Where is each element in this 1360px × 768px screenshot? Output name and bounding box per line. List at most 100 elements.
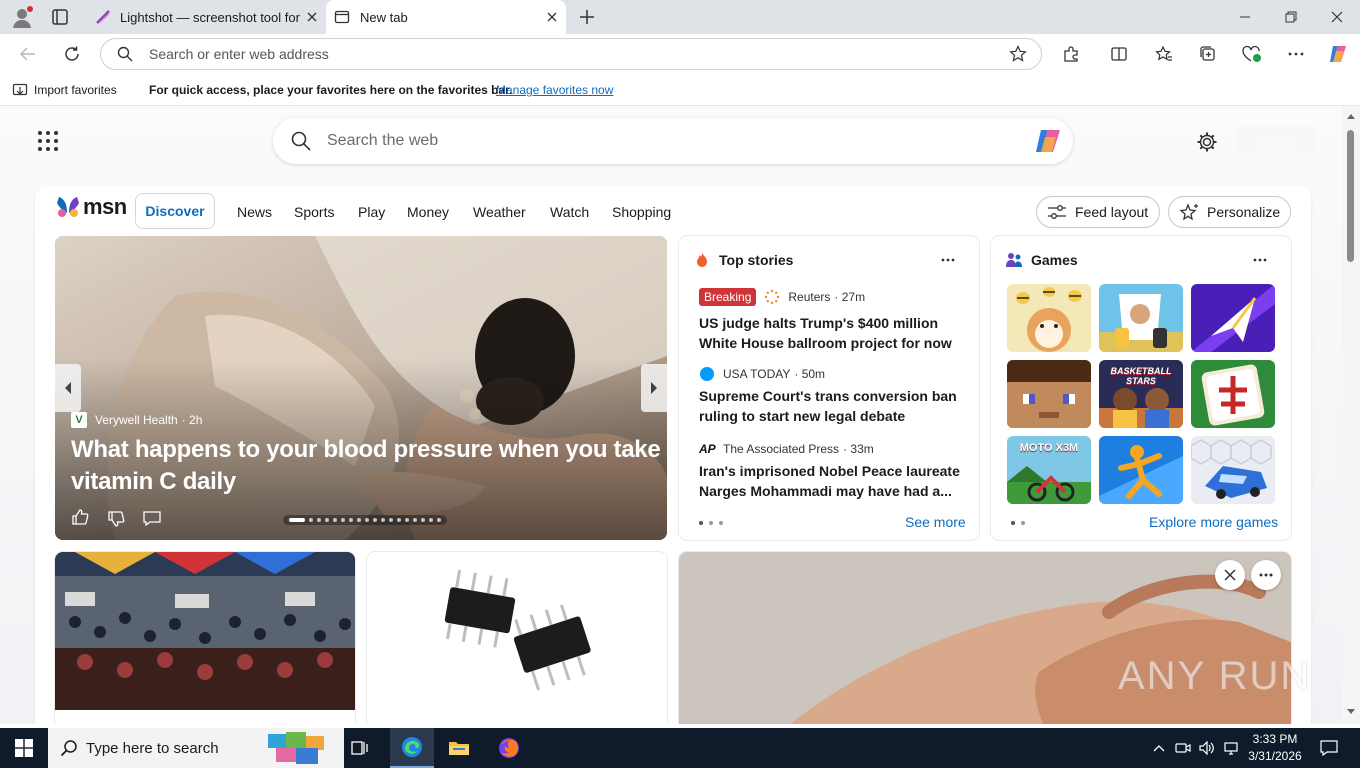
taskbar-search-input[interactable] [86, 739, 286, 757]
tab-new-tab[interactable]: New tab [326, 0, 566, 34]
favorite-star-icon[interactable] [1009, 45, 1027, 63]
start-button[interactable] [0, 728, 48, 768]
more-options-icon[interactable] [1253, 258, 1267, 262]
volume-icon[interactable] [1196, 728, 1218, 768]
meet-now-icon[interactable] [1172, 728, 1194, 768]
extensions-icon[interactable] [1057, 40, 1085, 68]
address-input[interactable] [149, 39, 969, 69]
game-tile[interactable] [1099, 284, 1183, 352]
story-headline[interactable]: Iran's imprisoned Nobel Peace laureate N… [699, 461, 961, 501]
edge-taskbar-button[interactable] [390, 728, 434, 768]
story-headline[interactable]: Supreme Court's trans conversion ban rul… [699, 386, 961, 426]
see-more-link[interactable]: See more [905, 514, 966, 530]
carousel-dot[interactable] [429, 518, 433, 522]
page-dots[interactable] [1011, 521, 1025, 525]
more-options-icon[interactable] [941, 258, 955, 262]
like-icon[interactable] [71, 508, 89, 526]
more-menu-icon[interactable] [1282, 40, 1310, 68]
tab-shopping[interactable]: Shopping [612, 202, 671, 222]
network-icon[interactable] [1220, 728, 1242, 768]
game-tile[interactable] [1191, 360, 1275, 428]
carousel-dot[interactable] [349, 518, 353, 522]
copilot-icon[interactable] [1324, 40, 1352, 68]
news-card[interactable] [367, 552, 667, 724]
tab-watch[interactable]: Watch [550, 202, 589, 222]
tab-discover[interactable]: Discover [135, 193, 215, 229]
scroll-down-icon[interactable] [1346, 708, 1356, 716]
profile-icon[interactable] [10, 5, 34, 29]
show-hidden-icons-icon[interactable] [1148, 728, 1170, 768]
refresh-icon[interactable] [58, 40, 86, 68]
carousel-dot[interactable] [405, 518, 409, 522]
minimize-icon[interactable] [1222, 0, 1268, 34]
carousel-dot[interactable] [381, 518, 385, 522]
game-tile[interactable] [1007, 284, 1091, 352]
tab-play[interactable]: Play [358, 202, 385, 222]
scroll-thumb[interactable] [1347, 130, 1354, 262]
tab-weather[interactable]: Weather [473, 202, 526, 222]
import-favorites-button[interactable]: Import favorites [34, 83, 117, 97]
scroll-up-icon[interactable] [1346, 112, 1356, 120]
hero-headline[interactable]: What happens to your blood pressure when… [71, 434, 661, 498]
ad-card[interactable] [679, 552, 1291, 724]
apps-launcher-icon[interactable] [37, 130, 59, 152]
address-bar[interactable] [100, 38, 1042, 70]
game-tile[interactable] [1099, 436, 1183, 504]
game-tile[interactable] [1191, 284, 1275, 352]
card-more-options-button[interactable] [1251, 560, 1281, 590]
hero-carousel[interactable]: V Verywell Health · 2h What happens to y… [55, 236, 667, 540]
carousel-dot[interactable] [317, 518, 321, 522]
firefox-taskbar-button[interactable] [487, 728, 531, 768]
file-explorer-taskbar-button[interactable] [437, 728, 481, 768]
tab-lightshot[interactable]: Lightshot — screenshot tool for Mac & Wi… [86, 0, 326, 34]
carousel-dot[interactable] [341, 518, 345, 522]
story-headline[interactable]: US judge halts Trump's $400 million Whit… [699, 313, 961, 353]
sign-in-button[interactable]: Sign in [1236, 126, 1316, 158]
msn-logo[interactable]: msn [55, 194, 127, 220]
game-tile[interactable]: MOTO X3M [1007, 436, 1091, 504]
feed-layout-button[interactable]: Feed layout [1036, 196, 1160, 228]
copilot-icon[interactable] [1033, 127, 1063, 155]
news-card[interactable] [55, 552, 355, 724]
carousel-dot[interactable] [333, 518, 337, 522]
browser-essentials-icon[interactable] [1238, 40, 1266, 68]
personalize-button[interactable]: Personalize [1168, 196, 1291, 228]
close-tab-icon[interactable] [546, 11, 558, 23]
carousel-dot[interactable] [373, 518, 377, 522]
game-tile[interactable] [1191, 436, 1275, 504]
page-dots[interactable] [699, 521, 723, 525]
carousel-dot-active[interactable] [289, 518, 305, 522]
carousel-indicator[interactable] [283, 515, 447, 525]
carousel-dot[interactable] [357, 518, 361, 522]
split-screen-icon[interactable] [1105, 40, 1133, 68]
carousel-dot[interactable] [325, 518, 329, 522]
dismiss-button[interactable] [1215, 560, 1245, 590]
carousel-dot[interactable] [389, 518, 393, 522]
web-search-box[interactable] [273, 118, 1073, 164]
hero-source[interactable]: V Verywell Health · 2h [71, 412, 202, 428]
new-tab-plus-icon[interactable] [576, 7, 598, 27]
tab-sports[interactable]: Sports [294, 202, 334, 222]
carousel-dot[interactable] [413, 518, 417, 522]
taskbar-search-box[interactable] [48, 728, 344, 768]
tab-money[interactable]: Money [407, 202, 449, 222]
clock[interactable]: 3:33 PM 3/31/2026 [1246, 731, 1304, 765]
task-view-icon[interactable] [344, 728, 376, 768]
carousel-dot[interactable] [397, 518, 401, 522]
vertical-scrollbar[interactable] [1342, 106, 1360, 724]
carousel-dot[interactable] [421, 518, 425, 522]
carousel-dot[interactable] [365, 518, 369, 522]
restore-icon[interactable] [1268, 0, 1314, 34]
explore-more-games-link[interactable]: Explore more games [1149, 514, 1278, 530]
tab-news[interactable]: News [237, 202, 272, 222]
collections-icon[interactable] [1194, 40, 1222, 68]
favorites-icon[interactable] [1150, 40, 1178, 68]
settings-gear-icon[interactable] [1196, 131, 1218, 153]
tab-actions-icon[interactable] [48, 7, 72, 27]
dislike-icon[interactable] [107, 510, 125, 528]
game-tile[interactable] [1007, 360, 1091, 428]
game-tile[interactable]: BASKETBALL STARS [1099, 360, 1183, 428]
back-icon[interactable] [14, 40, 42, 68]
carousel-next-button[interactable] [641, 364, 667, 412]
close-window-icon[interactable] [1314, 0, 1360, 34]
